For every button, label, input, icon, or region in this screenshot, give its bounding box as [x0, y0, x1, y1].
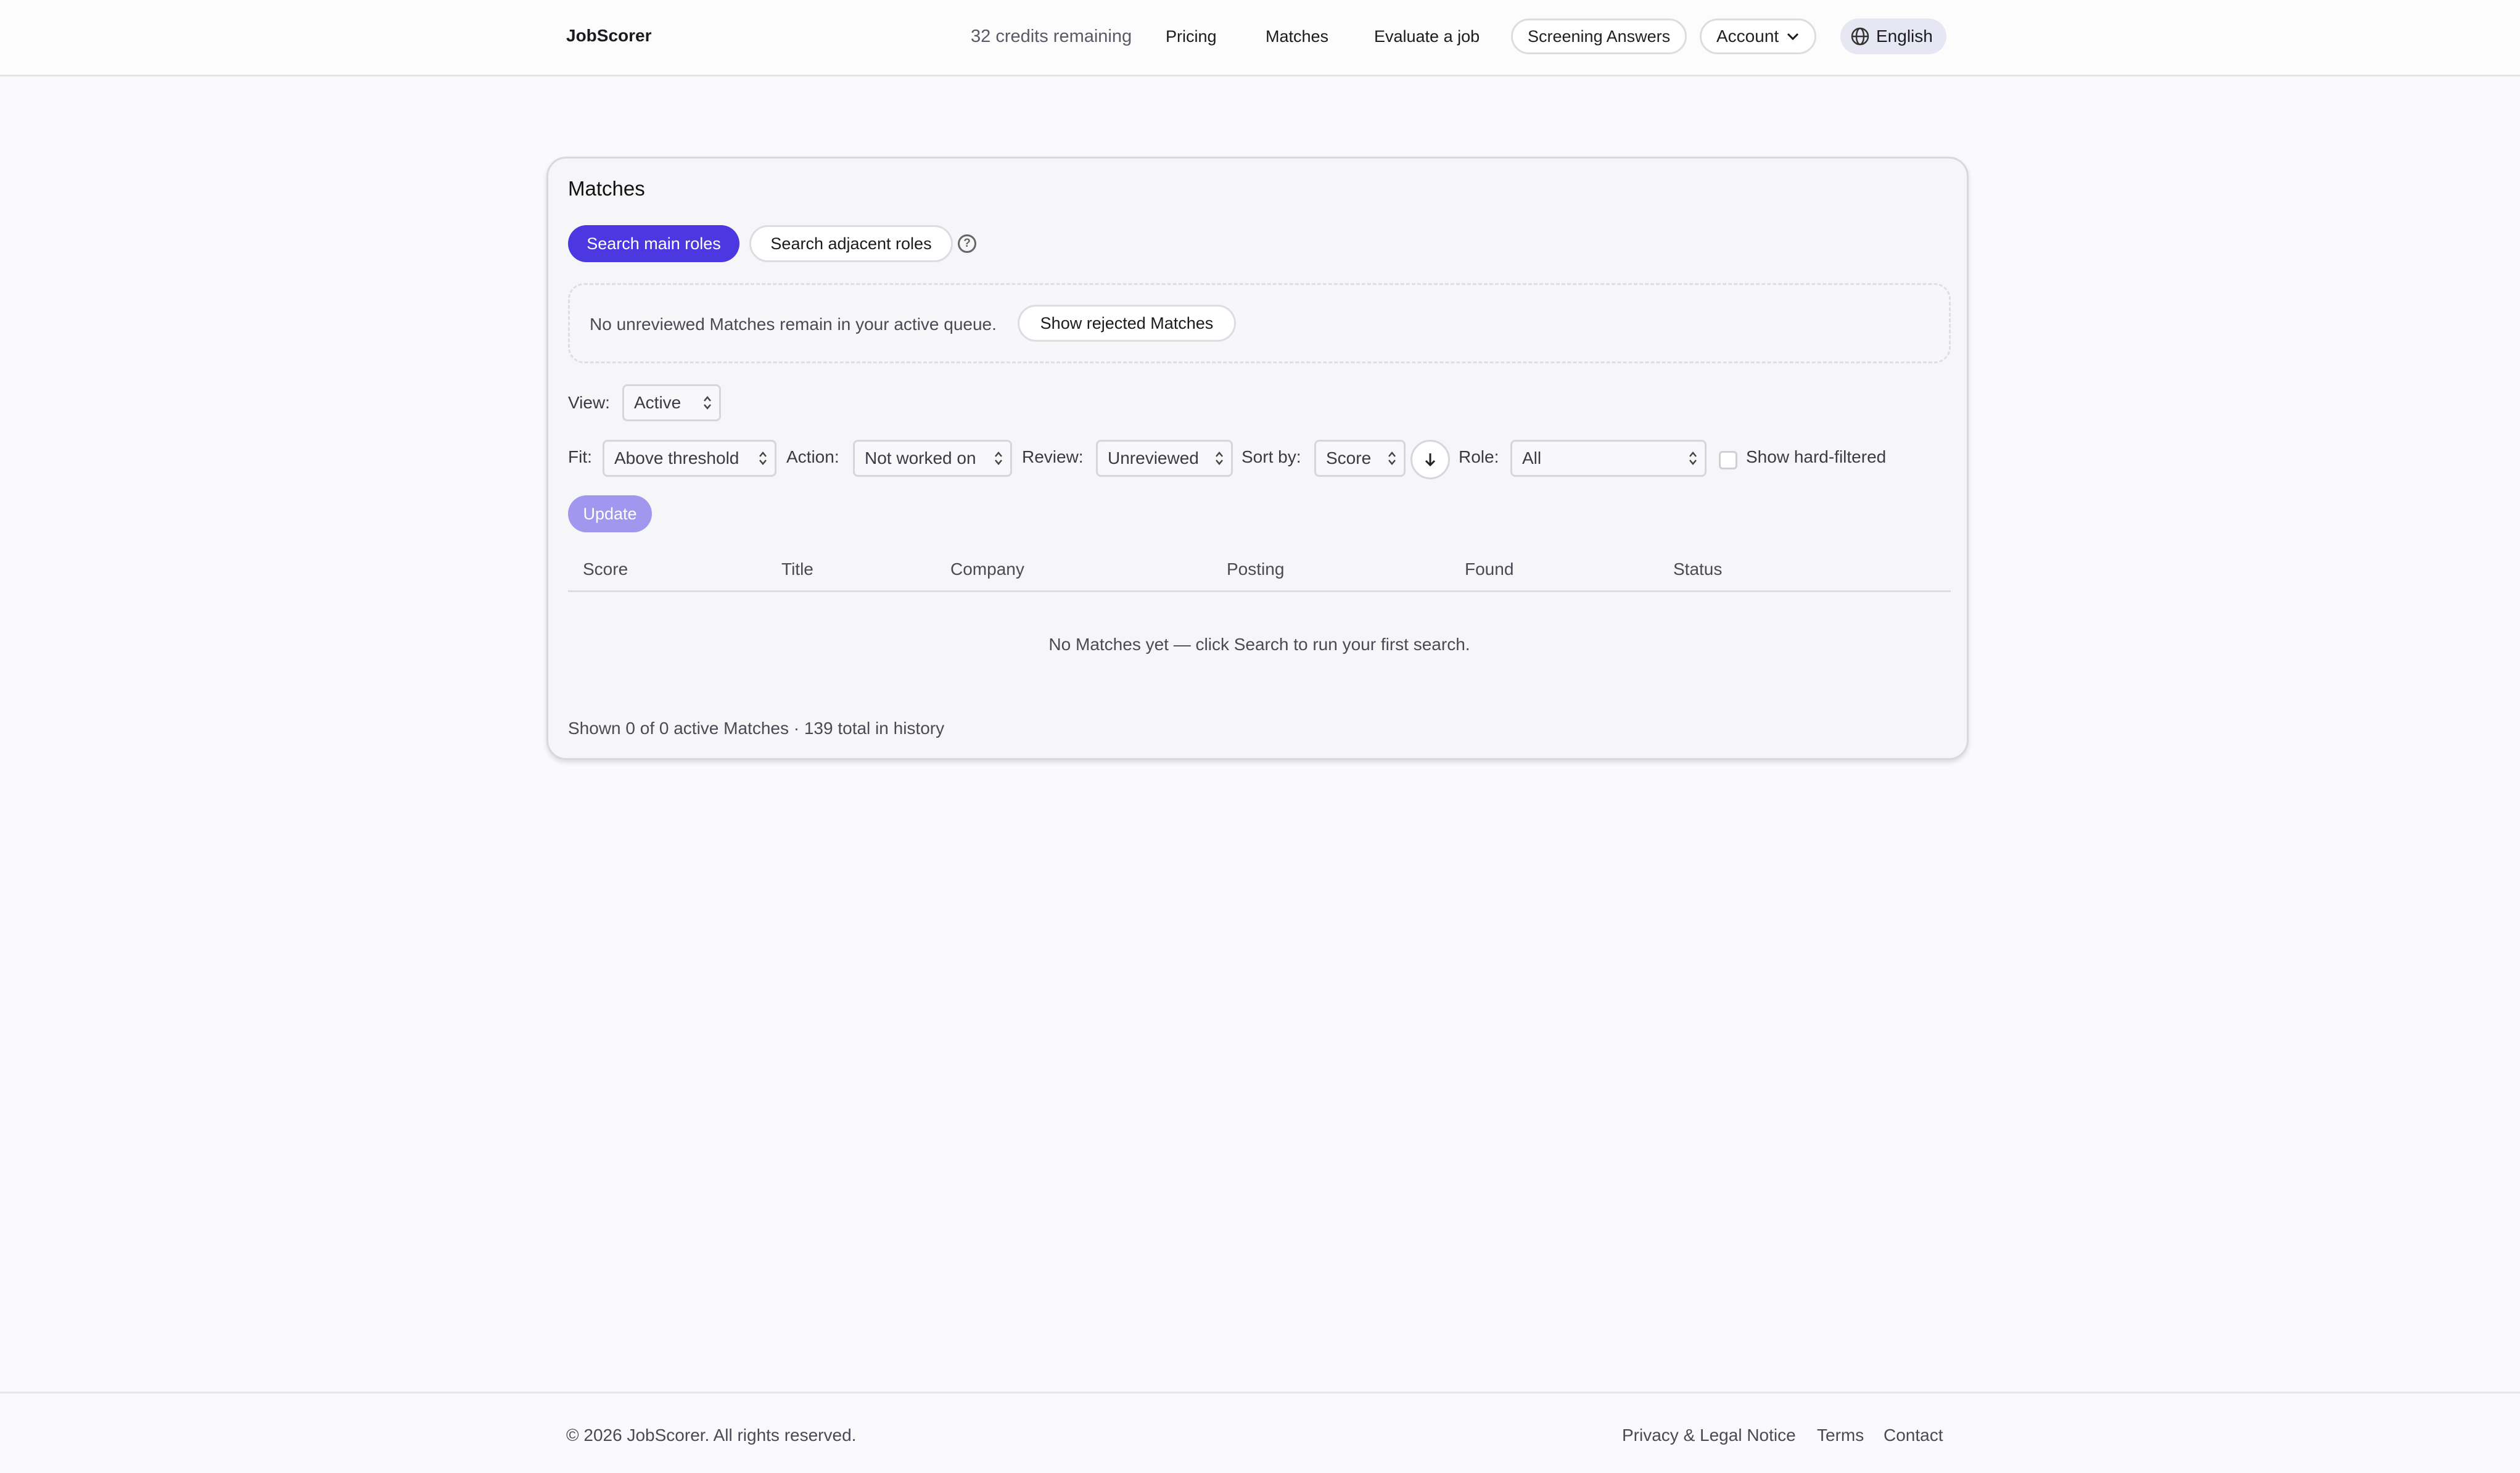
table-empty-message: No Matches yet — click Search to run you…	[1048, 635, 1470, 654]
account-menu-wrap: Account	[1700, 0, 1817, 73]
sort-select-value: Score	[1326, 448, 1372, 468]
column-header-company[interactable]: Company	[950, 559, 1024, 579]
column-header-posting[interactable]: Posting	[1227, 559, 1284, 579]
language-selector[interactable]: English	[1840, 19, 1946, 54]
review-label: Review:	[1022, 447, 1084, 466]
nav-matches-wrap: Matches	[1266, 0, 1328, 73]
matches-summary: Shown 0 of 0 active Matches · 139 total …	[568, 719, 945, 738]
matches-card: Matches Search main roles Search adjacen…	[546, 157, 1969, 760]
arrow-down-icon	[1425, 453, 1436, 467]
role-select[interactable]: All	[1510, 440, 1707, 477]
footer-link-contact[interactable]: Contact	[1884, 1426, 1943, 1445]
credits-container: 32 credits remaining	[971, 0, 1132, 73]
view-select[interactable]: Active	[622, 384, 721, 421]
show-hard-filtered-checkbox[interactable]	[1719, 451, 1737, 469]
sort-direction-button[interactable]	[1410, 440, 1450, 479]
queue-notice: No unreviewed Matches remain in your act…	[568, 283, 1951, 363]
updown-chevron-icon	[1689, 452, 1697, 465]
updown-chevron-icon	[995, 452, 1002, 465]
view-label: View:	[568, 393, 610, 412]
nav-link-matches[interactable]: Matches	[1266, 27, 1328, 46]
column-header-status[interactable]: Status	[1673, 559, 1722, 579]
credits-remaining: 32 credits remaining	[971, 26, 1132, 46]
copyright-text: © 2026 JobScorer. All rights reserved.	[566, 1426, 857, 1445]
column-header-found[interactable]: Found	[1465, 559, 1513, 579]
notice-text: No unreviewed Matches remain in your act…	[590, 315, 997, 334]
globe-icon	[1851, 27, 1869, 46]
review-select-value: Unreviewed	[1108, 448, 1199, 468]
updown-chevron-icon	[704, 396, 711, 410]
search-adjacent-roles-button[interactable]: Search adjacent roles	[749, 225, 953, 262]
account-label: Account	[1716, 27, 1779, 46]
action-select-value: Not worked on	[865, 448, 976, 468]
language-wrap: English	[1840, 0, 1946, 73]
column-header-score[interactable]: Score	[583, 559, 628, 579]
page-footer: © 2026 JobScorer. All rights reserved. P…	[0, 1393, 2520, 1473]
footer-link-privacy[interactable]: Privacy & Legal Notice	[1622, 1426, 1796, 1445]
chevron-down-icon	[1787, 33, 1799, 41]
nav-screening-wrap: Screening Answers	[1511, 0, 1687, 73]
table-header-divider	[568, 590, 1951, 592]
footer-link-terms[interactable]: Terms	[1817, 1426, 1864, 1445]
updown-chevron-icon	[1216, 452, 1223, 465]
update-button[interactable]: Update	[568, 495, 652, 532]
fit-select[interactable]: Above threshold	[603, 440, 776, 477]
nav-link-evaluate-job[interactable]: Evaluate a job	[1374, 27, 1480, 46]
fit-label: Fit:	[568, 447, 592, 466]
card-title: Matches	[568, 177, 645, 200]
role-label: Role:	[1459, 447, 1499, 466]
show-rejected-button[interactable]: Show rejected Matches	[1018, 305, 1236, 342]
updown-chevron-icon	[759, 452, 767, 465]
action-label: Action:	[786, 447, 839, 466]
action-select[interactable]: Not worked on	[853, 440, 1012, 477]
account-menu-button[interactable]: Account	[1700, 19, 1817, 54]
nav-pricing-wrap: Pricing	[1166, 0, 1217, 73]
role-select-value: All	[1522, 448, 1542, 468]
nav-evaluate-wrap: Evaluate a job	[1374, 0, 1480, 73]
brand-logo[interactable]: JobScorer	[566, 26, 652, 46]
fit-select-value: Above threshold	[614, 448, 739, 468]
language-label: English	[1876, 27, 1933, 46]
help-icon[interactable]: ?	[958, 234, 976, 253]
review-select[interactable]: Unreviewed	[1096, 440, 1233, 477]
top-navigation-bar: JobScorer 32 credits remaining Pricing M…	[0, 0, 2520, 76]
view-select-value: Active	[634, 393, 681, 412]
sort-label: Sort by:	[1241, 447, 1301, 466]
nav-link-pricing[interactable]: Pricing	[1166, 27, 1217, 46]
updown-chevron-icon	[1388, 452, 1396, 465]
sort-select[interactable]: Score	[1314, 440, 1406, 477]
show-hard-filtered-label[interactable]: Show hard-filtered	[1746, 447, 1886, 467]
column-header-title[interactable]: Title	[781, 559, 813, 579]
nav-link-screening-answers[interactable]: Screening Answers	[1511, 19, 1687, 54]
search-main-roles-button[interactable]: Search main roles	[568, 225, 739, 262]
